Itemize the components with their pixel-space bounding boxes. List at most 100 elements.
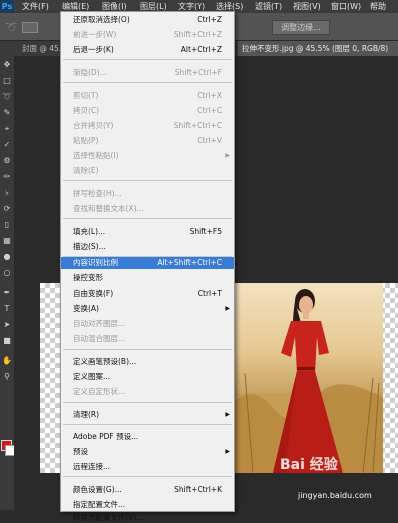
menu-item-shortcut: Ctrl+C	[197, 106, 222, 115]
blur-tool-icon[interactable]: ●	[2, 252, 12, 262]
menu-item-label: 变换(A)	[73, 304, 99, 313]
menu-item-shortcut: Alt+Ctrl+Z	[180, 45, 222, 54]
menu-item-label: 还原取消选择(O)	[73, 15, 130, 24]
zoom-tool-icon[interactable]: ⚲	[2, 372, 12, 382]
menu-separator	[63, 82, 232, 83]
menu-item-label: 查找和替换文本(X)...	[73, 204, 144, 213]
menu-item-shortcut: Shift+Ctrl+Z	[173, 30, 222, 39]
menu-item-label: 拼写检查(H)...	[73, 189, 122, 198]
menu-item-pdf-presets[interactable]: Adobe PDF 预设...	[61, 431, 234, 442]
menu-separator	[63, 349, 232, 350]
menu-item-shortcut: Ctrl+Z	[197, 15, 222, 24]
menu-item-stroke[interactable]: 描边(S)...	[61, 241, 234, 252]
menu-item-step-forward[interactable]: 前进一步(W) Shift+Ctrl+Z	[61, 29, 234, 40]
new-selection-icon[interactable]	[22, 22, 38, 33]
menu-item-fade[interactable]: 渐隐(D)... Shift+Ctrl+F	[61, 67, 234, 78]
clone-stamp-tool-icon[interactable]: ♭	[2, 188, 12, 198]
menu-item-assign-profile[interactable]: 指定配置文件...	[61, 499, 234, 510]
menu-item-auto-blend[interactable]: 自动混合图层...	[61, 333, 234, 344]
menu-item-label: 填充(L)...	[73, 227, 106, 236]
menu-item-label: 拷贝(C)	[73, 106, 100, 115]
menu-item-label: 内容识别比例	[73, 258, 118, 267]
menu-item-cut[interactable]: 剪切(T) Ctrl+X	[61, 90, 234, 101]
menu-item-label: 清理(R)	[73, 410, 100, 419]
menu-item-step-backward[interactable]: 后退一步(K) Alt+Ctrl+Z	[61, 44, 234, 55]
menu-item-presets[interactable]: 预设 ▶	[61, 446, 234, 457]
menu-item-label: 定义图案...	[73, 372, 111, 381]
menu-file[interactable]: 文件(F)	[22, 0, 49, 13]
tools-panel: ✥ □ ➰ ✎ ⌖ ✓ ⚙ ✏ ♭ ⟳ ▯ ▦ ● ○ ✒ T ➤ ■ ✋ ⚲	[0, 56, 16, 510]
menu-item-copy[interactable]: 拷贝(C) Ctrl+C	[61, 105, 234, 116]
menu-item-shortcut: Ctrl+X	[197, 91, 222, 100]
marquee-tool-icon[interactable]: □	[2, 76, 12, 86]
menu-item-spell-check[interactable]: 拼写检查(H)...	[61, 188, 234, 199]
lasso-icon[interactable]: ➰	[5, 21, 19, 34]
move-tool-icon[interactable]: ✥	[2, 60, 12, 70]
menu-item-label: 粘贴(P)	[73, 136, 99, 145]
menu-view[interactable]: 视图(V)	[293, 0, 321, 13]
menu-item-free-transform[interactable]: 自由变换(F) Ctrl+T	[61, 288, 234, 299]
menu-item-remote-connections[interactable]: 远程连接...	[61, 461, 234, 472]
menu-item-convert-profile[interactable]: 转换为配置文件(V)...	[61, 512, 234, 523]
menu-separator	[63, 476, 232, 477]
history-brush-tool-icon[interactable]: ⟳	[2, 204, 12, 214]
brush-tool-icon[interactable]: ✏	[2, 172, 12, 182]
menu-item-color-settings[interactable]: 颜色设置(G)... Shift+Ctrl+K	[61, 484, 234, 495]
menu-item-label: 远程连接...	[73, 462, 111, 471]
menu-item-content-aware-scale[interactable]: 内容识别比例 Alt+Shift+Ctrl+C	[61, 257, 234, 269]
menu-item-fill[interactable]: 填充(L)... Shift+F5	[61, 226, 234, 237]
quick-select-tool-icon[interactable]: ✎	[2, 108, 12, 118]
tab-active-document[interactable]: 拉伸不变形.jpg @ 45.5% (图层 0, RGB/8)	[238, 41, 398, 56]
menu-item-shortcut: Ctrl+V	[197, 136, 222, 145]
baidu-jingyan-watermark: Bai 经验	[280, 457, 338, 473]
lasso-tool-icon[interactable]: ➰	[2, 92, 12, 102]
hand-tool-icon[interactable]: ✋	[2, 356, 12, 366]
shape-tool-icon[interactable]: ■	[2, 336, 12, 346]
photo-image[interactable]	[233, 283, 383, 473]
menu-item-shortcut: Shift+F5	[189, 227, 222, 236]
type-tool-icon[interactable]: T	[2, 304, 12, 314]
pen-tool-icon[interactable]: ✒	[2, 288, 12, 298]
menu-item-copy-merged[interactable]: 合并拷贝(Y) Shift+Ctrl+C	[61, 120, 234, 131]
eyedropper-tool-icon[interactable]: ✓	[2, 140, 12, 150]
menu-item-auto-align[interactable]: 自动对齐图层...	[61, 318, 234, 329]
adjust-edge-button[interactable]: 调整边缘...	[272, 20, 330, 35]
menu-separator	[63, 424, 232, 425]
menu-item-clear[interactable]: 清除(E)	[61, 165, 234, 176]
healing-brush-tool-icon[interactable]: ⚙	[2, 156, 12, 166]
menu-item-purge[interactable]: 清理(R) ▶	[61, 409, 234, 420]
menu-item-label: Adobe PDF 预设...	[73, 432, 139, 441]
path-selection-tool-icon[interactable]: ➤	[2, 320, 12, 330]
menu-item-label: 剪切(T)	[73, 91, 99, 100]
menu-filter[interactable]: 滤镜(T)	[255, 0, 282, 13]
menu-item-find-replace[interactable]: 查找和替换文本(X)...	[61, 203, 234, 214]
menu-item-label: 转换为配置文件(V)...	[73, 513, 144, 522]
menu-window[interactable]: 窗口(W)	[331, 0, 361, 13]
photoshop-logo-icon[interactable]: Ps	[0, 0, 14, 13]
menu-item-shortcut: Shift+Ctrl+F	[174, 68, 222, 77]
menu-item-define-shape[interactable]: 定义自定形状...	[61, 386, 234, 397]
gradient-tool-icon[interactable]: ▦	[2, 236, 12, 246]
edit-menu-dropdown: 还原取消选择(O) Ctrl+Z 前进一步(W) Shift+Ctrl+Z 后退…	[60, 11, 235, 522]
eraser-tool-icon[interactable]: ▯	[2, 220, 12, 230]
submenu-arrow-icon: ▶	[225, 448, 230, 455]
menu-item-label: 前进一步(W)	[73, 30, 117, 39]
menu-item-puppet-warp[interactable]: 操控变形	[61, 272, 234, 283]
menu-item-define-pattern[interactable]: 定义图案...	[61, 371, 234, 382]
menu-item-label: 选择性粘贴(I)	[73, 151, 119, 160]
crop-tool-icon[interactable]: ⌖	[2, 124, 12, 134]
menu-item-transform[interactable]: 变换(A) ▶	[61, 303, 234, 314]
menu-item-shortcut: Shift+Ctrl+C	[173, 121, 222, 130]
menu-help[interactable]: 帮助	[370, 0, 386, 13]
menu-item-label: 描边(S)...	[73, 242, 106, 251]
menu-item-shortcut: Ctrl+T	[197, 289, 222, 298]
menu-item-paste[interactable]: 粘贴(P) Ctrl+V	[61, 135, 234, 146]
menu-item-define-brush[interactable]: 定义画笔预设(B)...	[61, 356, 234, 367]
submenu-arrow-icon: ▶	[225, 411, 230, 418]
menu-item-paste-special[interactable]: 选择性粘贴(I) ▶	[61, 150, 234, 161]
menu-item-label: 渐隐(D)...	[73, 68, 107, 77]
dodge-tool-icon[interactable]: ○	[2, 268, 12, 278]
menu-item-undo[interactable]: 还原取消选择(O) Ctrl+Z	[61, 14, 234, 25]
menu-item-label: 自动对齐图层...	[73, 319, 126, 328]
menu-separator	[63, 402, 232, 403]
